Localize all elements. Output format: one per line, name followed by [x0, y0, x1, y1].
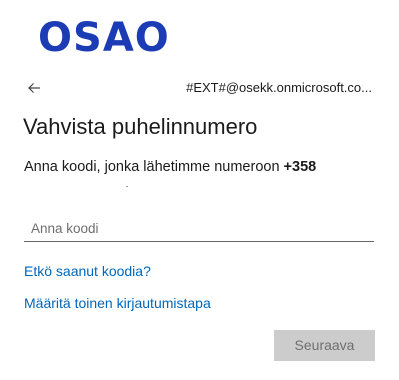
page-title: Vahvista puhelinnumero: [23, 114, 258, 139]
verification-description: Anna koodi, jonka lähetimme numeroon +35…: [24, 157, 316, 177]
next-button[interactable]: Seuraava: [274, 330, 375, 361]
back-arrow-icon[interactable]: [26, 78, 42, 98]
description-text: Anna koodi, jonka lähetimme numeroon: [24, 159, 284, 175]
other-sign-in-method-link[interactable]: Määritä toinen kirjautumistapa: [24, 294, 211, 312]
sign-in-page: OSAO #EXT#@osekk.onmicrosoft.co... Vahvi…: [0, 0, 399, 380]
account-identifier: #EXT#@osekk.onmicrosoft.co...: [186, 80, 372, 95]
phone-number-prefix: +358: [283, 159, 317, 175]
code-input[interactable]: [24, 216, 374, 242]
resend-code-link[interactable]: Etkö saanut koodia?: [24, 262, 151, 280]
identity-banner: #EXT#@osekk.onmicrosoft.co...: [24, 78, 376, 98]
masked-number-mark: [126, 186, 128, 187]
osao-logo: OSAO: [38, 15, 170, 61]
